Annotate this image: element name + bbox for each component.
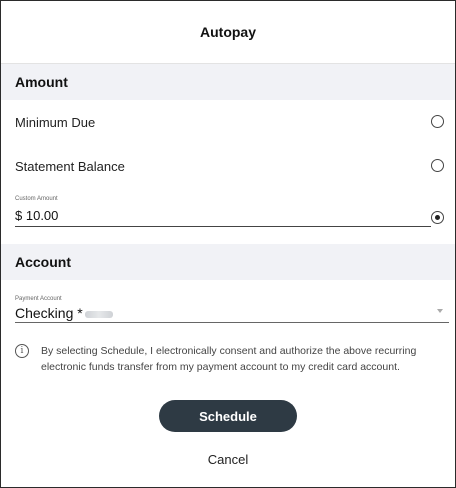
- consent-text: By selecting Schedule, I electronically …: [41, 345, 417, 373]
- option-statement-balance[interactable]: Statement Balance: [1, 144, 455, 188]
- account-section-title: Account: [1, 244, 455, 280]
- payment-account-select[interactable]: Payment Account Checking *: [1, 280, 455, 340]
- custom-amount-label: Custom Amount: [15, 196, 58, 202]
- payment-account-label: Payment Account: [15, 296, 62, 302]
- minimum-due-radio[interactable]: [431, 115, 444, 128]
- payment-account-text: Checking *: [15, 305, 83, 321]
- option-label: Minimum Due: [15, 114, 96, 130]
- amount-section-title: Amount: [1, 64, 455, 100]
- cancel-button[interactable]: Cancel: [1, 452, 455, 467]
- custom-amount-input[interactable]: $ 10.00: [15, 208, 58, 223]
- schedule-button[interactable]: Schedule: [159, 400, 297, 432]
- consent-notice: i By selecting Schedule, I electronicall…: [1, 340, 455, 394]
- payment-account-value: Checking *: [15, 305, 113, 321]
- input-underline: [15, 226, 431, 227]
- autopay-modal: Autopay Amount Minimum Due Statement Bal…: [0, 0, 456, 488]
- schedule-button-wrap: Schedule: [1, 400, 455, 432]
- currency-symbol: $: [15, 208, 23, 223]
- masked-account-number: [84, 310, 113, 318]
- custom-amount-field[interactable]: Custom Amount $ 10.00: [1, 188, 455, 244]
- custom-amount-radio[interactable]: [431, 211, 444, 224]
- option-minimum-due[interactable]: Minimum Due: [1, 100, 455, 144]
- select-underline: [15, 322, 449, 323]
- option-label: Statement Balance: [15, 158, 125, 174]
- statement-balance-radio[interactable]: [431, 159, 444, 172]
- custom-amount-value: 10.00: [25, 208, 59, 223]
- modal-title: Autopay: [1, 1, 455, 64]
- info-icon: i: [15, 344, 29, 358]
- chevron-down-icon[interactable]: [437, 309, 443, 313]
